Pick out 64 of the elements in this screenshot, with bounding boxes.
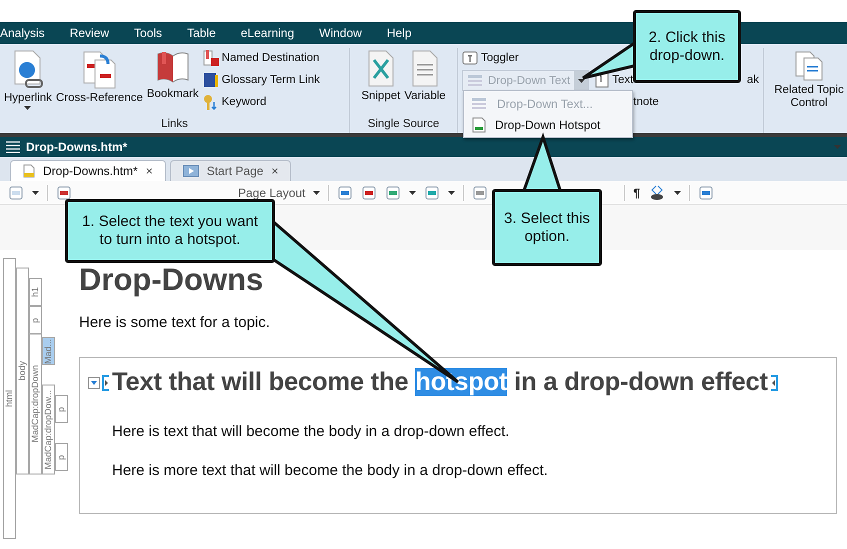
book-icon — [202, 72, 219, 88]
structure-tag[interactable]: h1 — [29, 278, 42, 306]
structure-tag[interactable]: p — [55, 443, 68, 471]
close-icon[interactable]: × — [146, 164, 153, 178]
caret-icon — [409, 190, 416, 194]
menu-icon[interactable] — [6, 141, 20, 153]
structure-tag[interactable]: p — [55, 395, 68, 423]
structure-tag[interactable]: MadCap:dropDow... — [42, 385, 55, 475]
menu-item[interactable]: Table — [187, 26, 216, 40]
menu-item[interactable]: Window — [319, 26, 362, 40]
menu-item[interactable]: Tools — [134, 26, 162, 40]
caret-icon — [24, 106, 32, 110]
pane-menu-icon — [834, 145, 841, 149]
structure-tag[interactable]: p — [29, 306, 42, 334]
menu-item[interactable]: eLearning — [240, 26, 294, 40]
list-icon — [471, 96, 489, 112]
caret-icon — [674, 190, 682, 194]
ribbon-button[interactable]: Hyperlink — [4, 48, 52, 118]
structure-tag[interactable]: body — [16, 268, 29, 475]
ribbon-button[interactable]: Snippet — [361, 48, 400, 118]
key-icon — [202, 94, 219, 110]
ribbon-button[interactable]: ak — [746, 70, 759, 89]
ribbon-button[interactable]: Glossary Term Link — [202, 70, 320, 89]
tag-marker-icon — [770, 374, 778, 390]
structure-tag[interactable]: MadCap:dropDown — [29, 334, 42, 475]
group-label: Single Source — [368, 118, 440, 130]
callout: 1. Select the text you want to turn into a hotspot. — [65, 199, 275, 263]
close-icon[interactable]: × — [271, 164, 278, 178]
caret-icon — [448, 190, 456, 194]
ribbon-button[interactable]: Keyword — [202, 92, 320, 111]
ribbon-button[interactable]: Toggler — [462, 48, 590, 67]
ribbon-button[interactable]: Bookmark — [146, 48, 199, 118]
document-paragraph: Here is some text for a topic. — [79, 314, 271, 331]
document-tab[interactable]: Drop-Downs.htm* × — [10, 160, 166, 181]
document-tab[interactable]: Start Page × — [170, 160, 292, 181]
play-page-icon — [182, 165, 199, 177]
toggler-icon — [462, 50, 478, 64]
tag-marker-icon — [102, 374, 110, 390]
page-icon — [23, 164, 35, 178]
group-label: Links — [161, 118, 188, 130]
document-title: Drop-Downs.htm* — [26, 140, 128, 154]
drop-down-body-text: Here is more text that will become the body in a drop-down effect. — [112, 462, 549, 479]
layout-dropdown[interactable]: Page Layout — [238, 186, 306, 200]
menu-item[interactable]: Review — [70, 26, 110, 40]
menu-item[interactable]: Help — [386, 26, 412, 40]
menu-item[interactable]: Analysis — [0, 26, 45, 40]
drop-down-hotspot-text: Text that will become the hotspot in a drop-down effect — [112, 368, 768, 397]
list-icon — [467, 72, 485, 88]
ribbon-button[interactable]: tnote — [633, 92, 666, 111]
caret-icon — [32, 190, 39, 194]
menu-option[interactable]: Drop-Down Hotspot — [466, 114, 630, 135]
bookmark-document-icon — [202, 50, 219, 66]
document-heading: Drop-Downs — [79, 262, 264, 298]
structure-tag[interactable]: html — [3, 258, 16, 539]
ribbon-button[interactable]: Named Destination — [202, 48, 320, 67]
ribbon-button[interactable]: Related Topic Control — [774, 48, 844, 110]
pilcrow-button[interactable]: ¶ — [633, 186, 640, 200]
ribbon-button[interactable]: Variable — [404, 48, 446, 118]
ribbon-button[interactable]: Cross-Reference — [56, 48, 143, 118]
caret-icon — [313, 190, 320, 194]
documents-icon — [794, 50, 824, 82]
drop-down-body-text: Here is text that will become the body in a drop-down effect. — [112, 423, 510, 440]
drop-down-arrow-icon — [578, 78, 585, 82]
collapse-toggle-icon[interactable] — [88, 376, 100, 388]
